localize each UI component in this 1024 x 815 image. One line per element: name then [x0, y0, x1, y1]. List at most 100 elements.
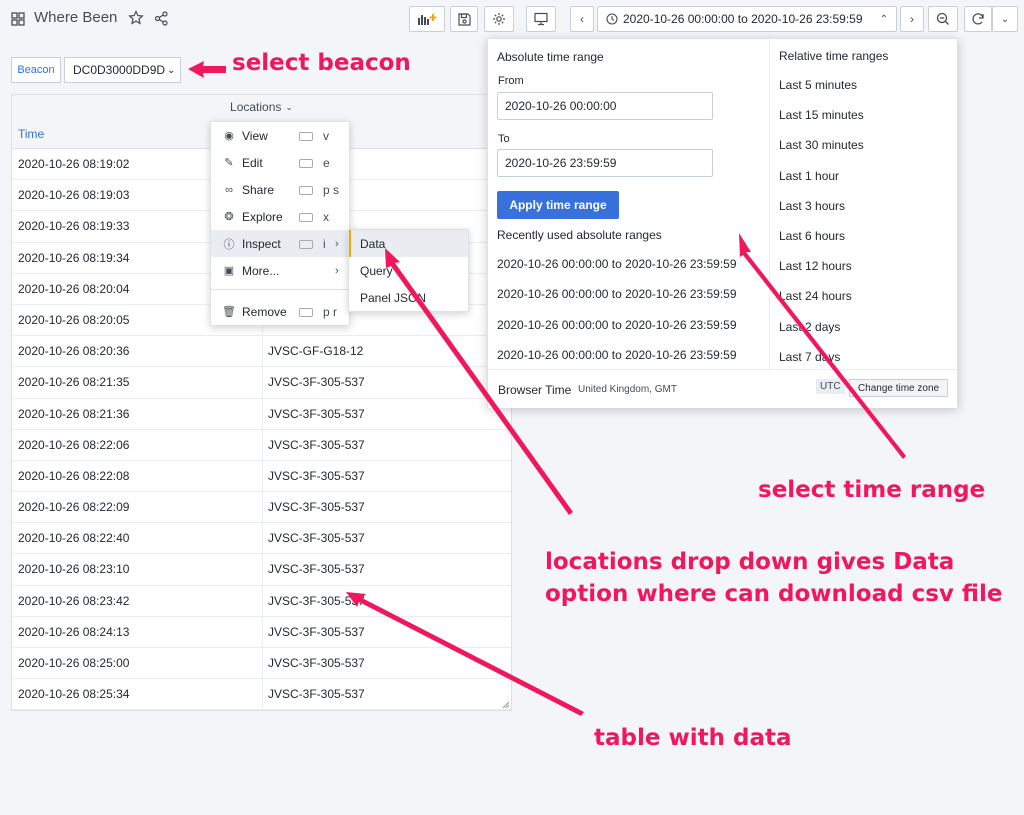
- column-header-time[interactable]: Time: [18, 127, 44, 141]
- chevron-right-icon: ›: [335, 264, 339, 277]
- menu-item-label: Remove: [242, 304, 287, 319]
- recent-range-item[interactable]: 2020-10-26 00:00:00 to 2020-10-26 23:59:…: [497, 257, 737, 271]
- cell-time: 2020-10-26 08:23:42: [18, 593, 130, 608]
- menu-item-shortcut: v: [323, 128, 329, 143]
- gear-icon: [492, 12, 506, 26]
- trash-icon: 🗑: [222, 306, 236, 318]
- utc-badge: UTC: [816, 379, 845, 394]
- relative-range-item[interactable]: Last 7 days: [779, 350, 840, 364]
- panel-title[interactable]: Locations: [230, 100, 281, 114]
- beacon-select[interactable]: DC0D3000DD9D ⌄: [64, 57, 181, 83]
- from-label: From: [498, 75, 524, 87]
- refresh-button[interactable]: [964, 6, 992, 32]
- time-picker-footer: Browser Time United Kingdom, GMT UTC Cha…: [488, 369, 957, 408]
- annotation-select-time: select time range: [758, 477, 986, 503]
- to-input[interactable]: 2020-10-26 23:59:59: [497, 149, 713, 177]
- cell-time: 2020-10-26 08:25:34: [18, 687, 130, 702]
- table-row: 2020-10-26 08:25:00 JVSC-3F-305-537: [12, 648, 511, 680]
- menu-item-edit[interactable]: ✎ Edit e: [211, 149, 349, 176]
- keyboard-icon: [299, 186, 313, 195]
- column-divider: [262, 616, 263, 647]
- browser-time-label: Browser Time: [498, 383, 572, 397]
- cell-time: 2020-10-26 08:19:34: [18, 250, 130, 265]
- relative-range-item[interactable]: Last 30 minutes: [779, 138, 864, 152]
- cell-location: JVSC-3F-305-537: [268, 375, 365, 390]
- table-row: 2020-10-26 08:22:08 JVSC-3F-305-537: [12, 460, 511, 493]
- zoom-out-button[interactable]: [928, 6, 958, 32]
- chevron-down-icon: ⌄: [167, 64, 176, 76]
- change-time-zone-button[interactable]: Change time zone: [849, 379, 948, 397]
- keyboard-icon: [299, 240, 313, 249]
- save-dashboard-button[interactable]: [450, 6, 478, 32]
- chevron-right-icon: ›: [910, 12, 914, 26]
- from-input[interactable]: 2020-10-26 00:00:00: [497, 92, 713, 120]
- add-panel-icon: [417, 12, 437, 26]
- menu-item-label: Inspect: [242, 236, 281, 251]
- submenu-item-data[interactable]: Data: [349, 230, 468, 257]
- dashboard-settings-button[interactable]: [484, 6, 514, 32]
- cell-time: 2020-10-26 08:22:09: [18, 500, 130, 515]
- recent-range-item[interactable]: 2020-10-26 00:00:00 to 2020-10-26 23:59:…: [497, 287, 737, 301]
- menu-item-more[interactable]: ▣ More... ›: [211, 257, 349, 284]
- edit-icon: ✎: [224, 157, 234, 169]
- apply-time-range-button[interactable]: Apply time range: [497, 191, 619, 219]
- relative-range-item[interactable]: Last 5 minutes: [779, 78, 857, 92]
- keyboard-icon: [299, 213, 313, 222]
- recent-range-item[interactable]: 2020-10-26 00:00:00 to 2020-10-26 23:59:…: [497, 348, 737, 362]
- relative-range-item[interactable]: Last 12 hours: [779, 259, 852, 273]
- table-row: 2020-10-26 08:22:40 JVSC-3F-305-537: [12, 523, 511, 555]
- add-panel-button[interactable]: [409, 6, 445, 32]
- panel-header[interactable]: Locations ⌄: [12, 95, 511, 119]
- column-divider: [262, 523, 263, 554]
- relative-range-item[interactable]: Last 2 days: [779, 320, 840, 334]
- submenu-item-query[interactable]: Query: [349, 257, 468, 284]
- column-divider: [262, 492, 263, 523]
- cycle-view-mode-button[interactable]: [526, 6, 556, 32]
- menu-item-view[interactable]: ◉ View v: [211, 122, 349, 149]
- dashboard-grid-icon: [11, 12, 25, 26]
- annotation-select-beacon: select beacon: [232, 50, 411, 76]
- annotation-table-data: table with data: [594, 725, 792, 751]
- menu-item-explore[interactable]: ❂ Explore x: [211, 203, 349, 230]
- column-divider: [262, 336, 263, 367]
- beacon-label-text: Beacon: [17, 64, 55, 76]
- time-forward-button[interactable]: ›: [900, 6, 924, 32]
- time-back-button[interactable]: ‹: [570, 6, 594, 32]
- cell-location: JVSC-3F-305-537: [268, 562, 365, 577]
- column-divider: [262, 460, 263, 492]
- menu-item-shortcut: p s: [323, 182, 340, 197]
- chevron-left-icon: ‹: [580, 12, 584, 26]
- share-icon[interactable]: [154, 11, 169, 26]
- cell-time: 2020-10-26 08:20:36: [18, 344, 130, 359]
- submenu-item-panel-json[interactable]: Panel JSON: [349, 284, 468, 311]
- recent-range-item[interactable]: 2020-10-26 00:00:00 to 2020-10-26 23:59:…: [497, 318, 737, 332]
- menu-item-remove[interactable]: 🗑 Remove p r: [211, 298, 349, 325]
- annotation-locations-note-2: option where can download csv file: [545, 581, 1003, 607]
- relative-range-item[interactable]: Last 1 hour: [779, 169, 839, 183]
- chevron-down-icon: ⌄: [285, 101, 293, 112]
- relative-range-item[interactable]: Last 15 minutes: [779, 108, 864, 122]
- dashboard-title[interactable]: Where Been: [34, 9, 117, 26]
- menu-item-inspect[interactable]: ⓘ Inspect i ›: [211, 230, 349, 257]
- cell-time: 2020-10-26 08:22:08: [18, 468, 130, 483]
- cell-time: 2020-10-26 08:21:36: [18, 406, 130, 421]
- column-divider: [262, 679, 263, 710]
- refresh-interval-button[interactable]: ⌄: [992, 6, 1018, 32]
- relative-range-item[interactable]: Last 3 hours: [779, 199, 845, 213]
- browser-time-zone: United Kingdom, GMT: [578, 384, 677, 395]
- time-range-text: 2020-10-26 00:00:00 to 2020-10-26 23:59:…: [623, 12, 863, 26]
- star-icon[interactable]: [128, 10, 144, 26]
- resize-handle-icon[interactable]: [503, 702, 509, 708]
- menu-item-shortcut: x: [323, 209, 329, 224]
- table-row: 2020-10-26 08:23:42 JVSC-3F-305-537: [12, 585, 511, 617]
- relative-range-item[interactable]: Last 24 hours: [779, 289, 852, 303]
- cell-time: 2020-10-26 08:22:40: [18, 531, 130, 546]
- zoom-out-icon: [936, 12, 950, 26]
- table-row: 2020-10-26 08:24:13 JVSC-3F-305-537: [12, 616, 511, 648]
- time-range-picker-button[interactable]: 2020-10-26 00:00:00 to 2020-10-26 23:59:…: [597, 6, 897, 32]
- cell-time: 2020-10-26 08:19:02: [18, 157, 130, 171]
- menu-item-share[interactable]: ∞ Share p s: [211, 176, 349, 203]
- relative-range-item[interactable]: Last 6 hours: [779, 229, 845, 243]
- table-row: 2020-10-26 08:23:10 JVSC-3F-305-537: [12, 554, 511, 586]
- table-row: 2020-10-26 08:21:35 JVSC-3F-305-537: [12, 367, 511, 399]
